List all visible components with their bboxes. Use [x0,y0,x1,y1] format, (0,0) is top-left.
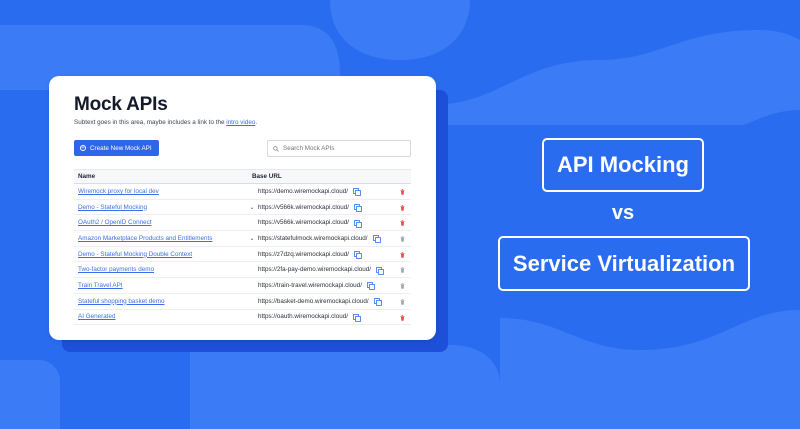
api-mocking-label: API Mocking [542,138,704,192]
mock-api-name-link[interactable]: Stateful shopping basket demo [74,298,246,305]
search-input[interactable] [283,145,403,152]
mock-apis-table: Name Base URL Wiremock proxy for local d… [74,169,411,326]
table-row: Demo - Stateful Mocking Double Context ht… [74,247,411,263]
table-row: Two-factor payments demo https://2fa-pay-… [74,262,411,279]
copy-icon[interactable] [373,297,382,306]
mock-apis-card: Mock APIs Subtext goes in this area, may… [49,76,436,340]
mock-api-name-link[interactable]: Train Travel API [74,282,246,289]
base-url-text: https://v566k.wiremockapi.cloud/ [258,219,349,227]
base-url-cell: https://oauth.wiremockapi.cloud/ [258,313,361,322]
base-url-text: https://basket-demo.wiremockapi.cloud/ [258,297,369,305]
copy-icon[interactable] [366,282,375,291]
table-row: Stateful shopping basket demo https://bas… [74,294,411,310]
table-body: Wiremock proxy for local dev https://demo… [74,184,411,326]
create-button-label: Create New Mock API [90,144,152,152]
base-url-cell: https://demo.wiremockapi.cloud/ [258,187,361,197]
copy-icon[interactable] [354,203,362,212]
plus-circle-icon: + [80,144,86,151]
table-row: AI Generated https://oauth.wiremockapi.cl… [74,310,411,326]
search-box[interactable] [267,140,411,157]
trash-icon[interactable] [400,267,405,274]
copy-icon[interactable] [376,266,385,275]
base-url-cell: https://z7dzq.wiremockapi.cloud/ [258,250,362,259]
subtext-suffix: . [255,119,258,126]
mock-api-name-link[interactable]: OAuth2 / OpenID Connect [74,219,246,226]
page-title: Mock APIs [74,94,168,115]
copy-icon[interactable] [354,250,362,259]
table-row: Amazon Marketplace Products and Entitlem… [74,231,411,247]
mock-api-name-link[interactable]: Demo - Stateful Mocking Double Context [74,251,246,258]
base-url-text: https://train-travel.wiremockapi.cloud/ [258,281,362,289]
copy-icon[interactable] [352,313,361,322]
chevron-down-icon[interactable]: ⌄ [246,204,258,211]
base-url-text: https://statefulmock.wiremockapi.cloud/ [258,234,368,242]
mock-api-name-link[interactable]: Demo - Stateful Mocking [74,204,246,211]
table-row: OAuth2 / OpenID Connect https://v566k.wir… [74,215,411,232]
base-url-cell: https://v566k.wiremockapi.cloud/ [258,203,362,212]
base-url-text: https://demo.wiremockapi.cloud/ [258,187,348,195]
table-row: Train Travel API https://train-travel.wir… [74,278,411,294]
trash-icon[interactable] [400,220,405,227]
copy-icon[interactable] [372,235,381,244]
table-row: Demo - Stateful Mocking ⌄ https://v566k.wi… [74,200,411,216]
base-url-cell: https://v566k.wiremockapi.cloud/ [258,219,362,228]
mock-api-name-link[interactable]: Wiremock proxy for local dev [74,188,246,195]
trash-icon[interactable] [400,283,405,289]
trash-icon[interactable] [400,252,405,258]
versus-text: vs [611,202,635,224]
base-url-cell: https://basket-demo.wiremockapi.cloud/ [258,297,382,306]
service-virtualization-label: Service Virtualization [498,236,750,291]
intro-video-link[interactable]: intro video [226,119,255,126]
mock-api-name-link[interactable]: Two-factor payments demo [74,266,246,273]
column-header-base-url: Base URL [252,173,282,180]
base-url-text: https://oauth.wiremockapi.cloud/ [258,313,348,321]
trash-icon[interactable] [400,189,405,195]
base-url-cell: https://train-travel.wiremockapi.cloud/ [258,281,375,291]
base-url-cell: https://statefulmock.wiremockapi.cloud/ [258,234,381,244]
base-url-text: https://2fa-pay-demo.wiremockapi.cloud/ [258,266,372,274]
trash-icon[interactable] [400,204,405,211]
column-header-name: Name [78,173,96,180]
trash-icon[interactable] [400,299,405,305]
mock-api-name-link[interactable]: AI Generated [74,313,246,320]
table-row: Wiremock proxy for local dev https://demo… [74,184,411,200]
copy-icon[interactable] [354,219,362,228]
mock-api-name-link[interactable]: Amazon Marketplace Products and Entitlem… [74,235,246,242]
create-new-mock-api-button[interactable]: + Create New Mock API [74,140,159,156]
subtext: Subtext goes in this area, maybe include… [74,119,257,126]
chevron-down-icon[interactable]: ⌄ [246,235,258,242]
base-url-cell: https://2fa-pay-demo.wiremockapi.cloud/ [258,266,385,275]
copy-icon[interactable] [352,188,361,197]
base-url-text: https://z7dzq.wiremockapi.cloud/ [258,250,349,258]
base-url-text: https://v566k.wiremockapi.cloud/ [258,203,349,211]
trash-icon[interactable] [400,314,405,321]
trash-icon[interactable] [400,236,405,242]
subtext-prefix: Subtext goes in this area, maybe include… [74,119,227,126]
search-icon [273,145,279,152]
table-header: Name Base URL [74,169,411,184]
